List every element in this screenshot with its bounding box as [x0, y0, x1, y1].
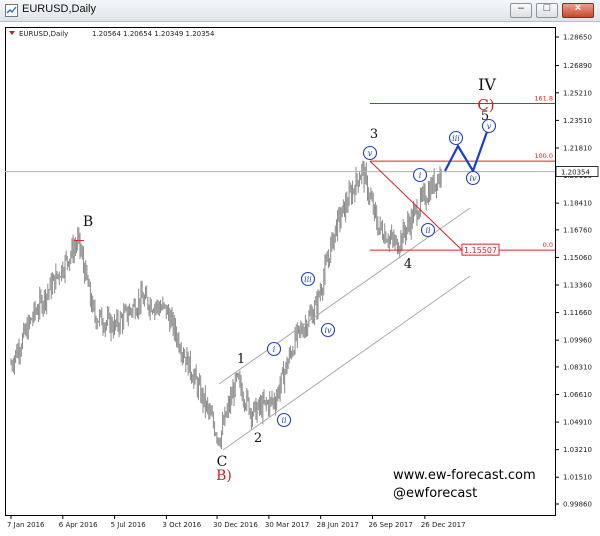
- time-tick-label: 3 Oct 2016: [162, 521, 201, 529]
- window-titlebar[interactable]: EURUSD,Daily – □ ×: [0, 0, 600, 22]
- fib-level-label: 0.0: [543, 241, 553, 249]
- wave-sub-label-sub_iv_proj: iv: [469, 174, 477, 183]
- price-tick-label: 1.06610: [563, 391, 592, 399]
- chart-window-icon: [5, 4, 18, 17]
- wave-label-w4: 4: [404, 257, 412, 272]
- price-tick-label: 1.15060: [563, 254, 592, 262]
- price-tick-label: 1.28650: [563, 34, 592, 42]
- price-axis: 1.286501.268901.252101.235101.218101.201…: [555, 34, 599, 509]
- wave-sub-label-sub_v_first: v: [368, 149, 373, 158]
- wave-sub-label-sub_iii_first: iii: [304, 275, 312, 284]
- time-tick-label: 30 Dec 2016: [213, 521, 258, 529]
- window-title: EURUSD,Daily: [22, 3, 96, 15]
- wave-sub-label-sub_i_first: i: [273, 345, 276, 354]
- chart-symbol: EURUSD,Daily: [19, 30, 68, 38]
- time-tick-label: 7 Jan 2016: [7, 521, 45, 529]
- price-tick-label: 1.08310: [563, 363, 592, 371]
- maximize-button[interactable]: □: [536, 2, 558, 18]
- time-axis: 7 Jan 2016 6 Apr 2016 5 Jul 2016 3 Oct 2016…: [7, 515, 466, 529]
- minimize-icon: –: [517, 2, 525, 14]
- price-tick-label: 1.16760: [563, 226, 592, 234]
- watermark: www.ew-forecast.com @ewforecast: [393, 467, 536, 503]
- plot-area: [5, 27, 556, 516]
- wave-label-B: B: [83, 214, 93, 230]
- price-chart[interactable]: EURUSD,Daily 1.20564 1.20654 1.20349 1.2…: [0, 22, 600, 536]
- price-tick-label: 1.13360: [563, 282, 592, 290]
- fib-low-price: 1.15507: [464, 246, 497, 255]
- fib-level-label: 161.8: [534, 95, 553, 103]
- wave-sub-label-sub_ii_first: ii: [281, 416, 287, 425]
- wave-sub-label-sub_ii_second: ii: [425, 226, 431, 235]
- price-tick-label: 1.18410: [563, 200, 592, 208]
- time-tick-label: 26 Dec 2017: [421, 521, 466, 529]
- minimize-button[interactable]: –: [510, 2, 532, 18]
- time-tick-label: 5 Jul 2016: [111, 521, 147, 529]
- watermark-site: www.ew-forecast.com: [393, 468, 536, 483]
- wave-label-w2: 2: [254, 431, 262, 446]
- price-tick-label: 0.99860: [563, 501, 592, 509]
- time-tick-label: 30 Mar 2017: [265, 521, 309, 529]
- price-tick-label: 1.23510: [563, 117, 592, 125]
- chart-window: EURUSD,Daily – □ × EURUSD,Daily 1.20564 …: [0, 0, 600, 536]
- chart-ohlc: 1.20564 1.20654 1.20349 1.20354: [92, 30, 215, 38]
- time-tick-label: 26 Sep 2017: [368, 521, 412, 529]
- time-tick-label: 6 Apr 2016: [59, 521, 98, 529]
- time-tick-label: 28 Jun 2017: [317, 521, 359, 529]
- wave-label-w3: 3: [370, 127, 378, 142]
- wave-label-w1: 1: [237, 352, 245, 367]
- price-tick-label: 1.21810: [563, 144, 592, 152]
- wave-label-C_paren: C): [477, 96, 494, 114]
- wave-label-IV: IV: [478, 75, 496, 94]
- wave-sub-label-sub_iii_proj: iii: [452, 134, 460, 143]
- wave-label-B_paren: B): [216, 468, 232, 484]
- fib-level-label: 100.0: [534, 152, 553, 160]
- close-icon: ×: [574, 2, 582, 14]
- price-tick-label: 1.26890: [563, 62, 592, 70]
- price-tick-label: 1.11660: [563, 309, 592, 317]
- price-tick-label: 1.09960: [563, 337, 592, 345]
- price-tick-label: 1.03210: [563, 446, 592, 454]
- wave-sub-label-sub_iv_first: iv: [324, 326, 332, 335]
- close-button[interactable]: ×: [562, 2, 594, 18]
- wave-sub-label-sub_i_second: i: [419, 171, 422, 180]
- maximize-icon: □: [543, 2, 551, 14]
- watermark-handle: @ewforecast: [393, 486, 478, 501]
- price-tick-label: 1.04910: [563, 419, 592, 427]
- current-price-label: 1.20354: [561, 169, 590, 177]
- price-tick-label: 1.25210: [563, 89, 592, 97]
- wave-sub-label-sub_v_proj: v: [487, 122, 492, 131]
- price-tick-label: 1.01510: [563, 474, 592, 482]
